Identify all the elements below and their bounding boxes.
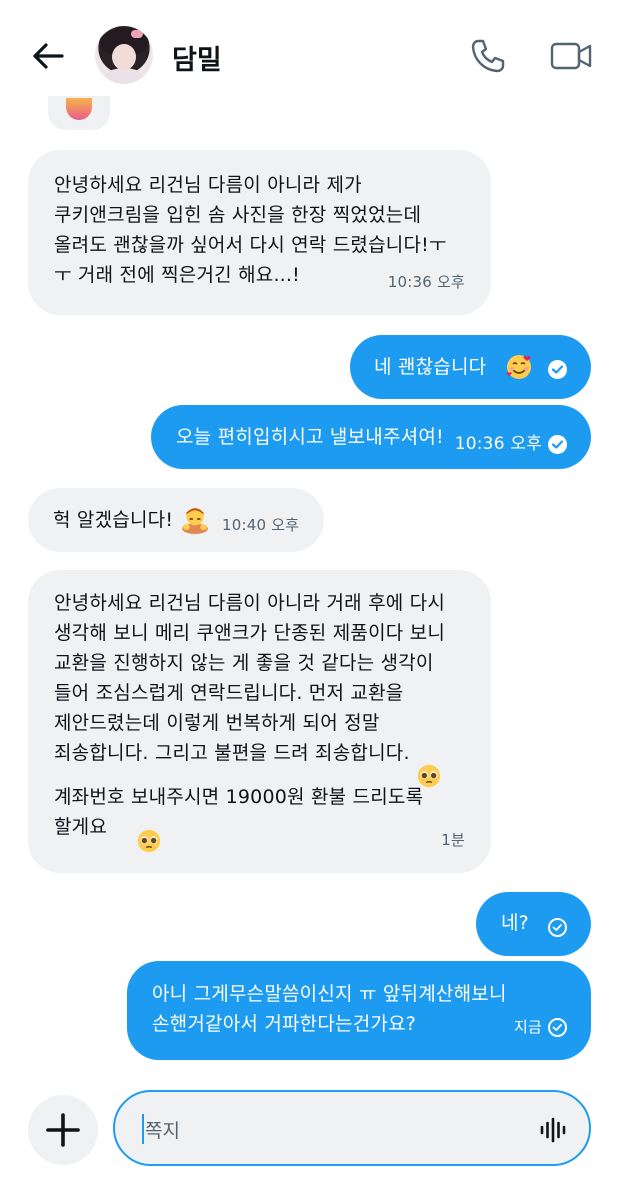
video-camera-icon[interactable] [549,36,593,76]
arrow-left-icon[interactable] [28,36,68,76]
pleading-face-icon [137,829,161,853]
message-timestamp: 1분 [441,831,465,849]
message-input[interactable]: 쪽지 [113,1090,591,1166]
partial-emoji-message [48,96,110,130]
message-text-continued: 계좌번호 보내주시면 19000원 환불 드리도록 할게요 [54,786,424,838]
message-timestamp: 10:36 오후 [387,273,465,291]
message-text: 네 괜찮습니다 [374,356,487,378]
read-receipt-icon [548,434,567,454]
message-incoming[interactable]: 안녕하세요 리건님 다름이 아니라 거래 후에 다시 생각해 보니 메리 쿠앤크… [28,570,491,873]
message-outgoing[interactable]: 네 괜찮습니다 [350,335,591,399]
conversation-header: 담밀 [0,0,619,108]
sent-receipt-icon [548,1017,567,1037]
voice-waveform-icon[interactable] [539,1116,569,1144]
message-text: 네? [501,912,529,934]
message-outgoing[interactable]: 네? [476,892,591,956]
phone-icon[interactable] [468,36,508,76]
text-cursor [142,1114,144,1144]
smiling-face-with-hearts-icon [506,355,531,379]
read-receipt-icon [548,360,567,379]
message-text: 안녕하세요 리건님 다름이 아니라 거래 후에 다시 생각해 보니 메리 쿠앤크… [54,592,446,764]
sent-receipt-icon [548,918,567,937]
contact-name[interactable]: 담밀 [172,38,222,77]
message-text: 아니 그게무슨말씀이신지 ㅠ 앞뒤계산해보니 손핸거같아서 거파한다는건가요? [152,983,507,1035]
message-timestamp: 10:40 오후 [222,516,300,534]
message-timestamp: 10:36 오후 [454,434,542,454]
message-outgoing[interactable]: 아니 그게무슨말씀이신지 ㅠ 앞뒤계산해보니 손핸거같아서 거파한다는건가요? … [127,961,591,1060]
message-timestamp: 지금 [513,1018,542,1036]
message-text: 오늘 편히입히시고 낼보내주셔여! [176,426,444,448]
person-bowing-icon [182,508,208,534]
message-incoming[interactable]: 헉 알겠습니다! 10:40 오후 [28,488,324,552]
message-outgoing[interactable]: 오늘 편히입히시고 낼보내주셔여! 10:36 오후 [151,405,591,469]
avatar[interactable] [95,26,153,84]
message-input-placeholder: 쪽지 [145,1120,180,1142]
plus-icon [46,1113,80,1147]
message-incoming[interactable]: 안녕하세요 리건님 다름이 아니라 제가 쿠키앤크림을 입힌 솜 사진을 한장 … [28,150,491,315]
add-attachment-button[interactable] [28,1095,98,1165]
message-text: 헉 알겠습니다! [53,509,174,531]
